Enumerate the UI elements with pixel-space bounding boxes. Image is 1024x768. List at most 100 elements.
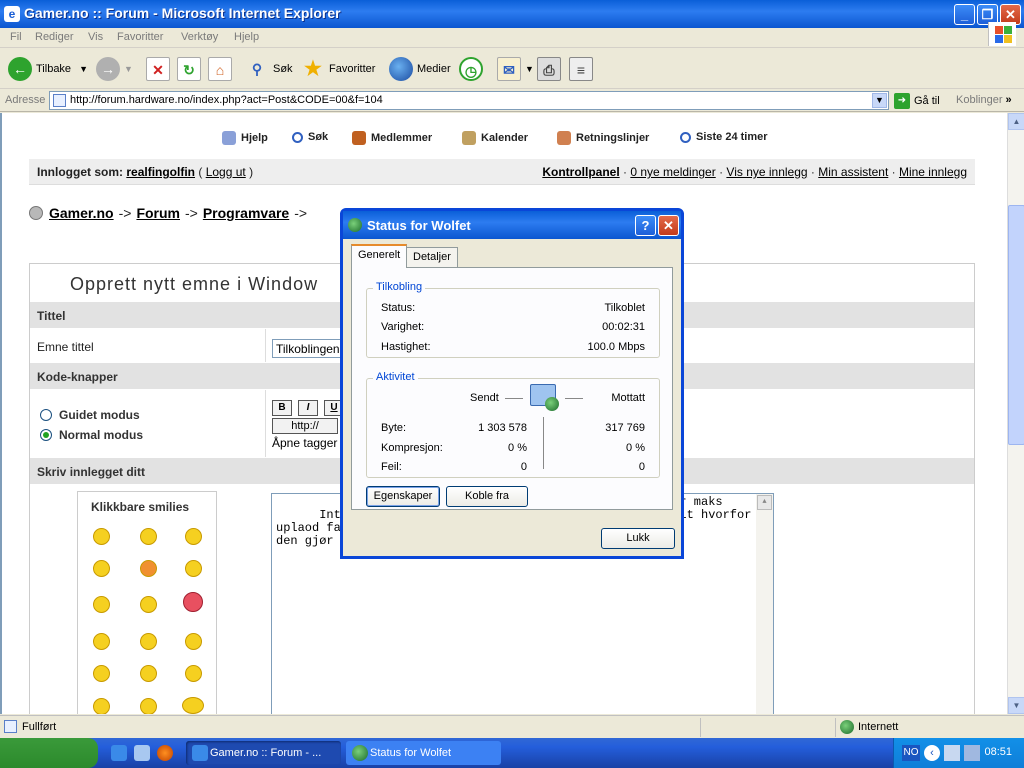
menu-favorites[interactable]: Favoritter — [117, 31, 163, 43]
edit-button[interactable]: ≡ — [569, 55, 597, 83]
logout-link[interactable]: Logg ut — [206, 165, 246, 179]
scroll-up-icon[interactable]: ▲ — [1008, 113, 1024, 130]
print-button[interactable]: ⎙ — [537, 55, 565, 83]
smiley-icon[interactable] — [140, 596, 157, 613]
smiley-icon[interactable] — [185, 560, 202, 577]
chevron-down-icon[interactable]: ▼ — [79, 64, 88, 74]
smiley-icon[interactable] — [93, 596, 110, 613]
help-icon — [222, 131, 236, 145]
smiley-icon[interactable] — [185, 665, 202, 682]
media-icon — [389, 57, 413, 81]
dialog-close-button[interactable]: ✕ — [658, 215, 679, 236]
smiley-icon[interactable] — [140, 698, 157, 714]
menu-tools[interactable]: Verktøy — [181, 31, 218, 43]
taskbar-ie-window[interactable]: Gamer.no :: Forum - ... — [186, 741, 341, 765]
breadcrumb-forum[interactable]: Forum — [136, 205, 180, 221]
back-button[interactable]: ← Tilbake ▼ — [8, 55, 88, 83]
forward-button[interactable]: → ▼ — [96, 55, 133, 83]
scroll-up-icon[interactable]: ▲ — [757, 495, 772, 510]
my-posts-link[interactable]: Mine innlegg — [899, 165, 967, 179]
network-tray-icon[interactable] — [944, 745, 960, 761]
smiley-icon[interactable] — [93, 698, 110, 714]
properties-button[interactable]: Egenskaper — [366, 486, 440, 507]
ie-quicklaunch-icon[interactable] — [111, 745, 127, 761]
dialog-title-bar[interactable]: Status for Wolfet ? ✕ — [343, 211, 681, 239]
minimize-button[interactable]: _ — [954, 4, 975, 25]
http-button[interactable]: http:// — [272, 418, 338, 434]
media-quicklaunch-icon[interactable] — [157, 745, 173, 761]
nav-help[interactable]: Hjelp — [222, 131, 268, 145]
radio-selected-icon — [40, 429, 52, 441]
menu-file[interactable]: Fil — [10, 31, 22, 43]
history-button[interactable]: ◷ — [459, 55, 487, 83]
menu-view[interactable]: Vis — [88, 31, 103, 43]
menu-edit[interactable]: Rediger — [35, 31, 74, 43]
smilies-panel: Klikkbare smilies — [77, 491, 217, 714]
window-title-bar[interactable]: e Gamer.no :: Forum - Microsoft Internet… — [0, 0, 1024, 28]
menu-help[interactable]: Hjelp — [234, 31, 259, 43]
scroll-down-icon[interactable]: ▼ — [1008, 697, 1024, 714]
search-button[interactable]: ⚲ Søk — [245, 55, 293, 83]
nav-search[interactable]: Søk — [292, 131, 328, 143]
chevron-left-icon[interactable]: ‹ — [924, 745, 940, 761]
smiley-icon[interactable] — [185, 633, 202, 650]
address-input[interactable]: http://forum.hardware.no/index.php?act=P… — [49, 91, 889, 110]
taskbar: Gamer.no :: Forum - ... Status for Wolfe… — [0, 738, 1024, 768]
control-panel-link[interactable]: Kontrollpanel — [542, 165, 619, 179]
smiley-icon[interactable] — [93, 560, 110, 577]
desktop-quicklaunch-icon[interactable] — [134, 745, 150, 761]
smiley-icon[interactable] — [93, 633, 110, 650]
menu-bar: Fil Rediger Vis Favoritter Verktøy Hjelp — [0, 28, 1024, 48]
smiley-icon[interactable] — [140, 665, 157, 682]
new-posts-link[interactable]: Vis nye innlegg — [726, 165, 807, 179]
nav-calendar[interactable]: Kalender — [462, 131, 528, 145]
thumbs-up-smiley-icon[interactable] — [182, 697, 204, 714]
smiley-icon[interactable] — [93, 528, 110, 545]
edit-icon: ≡ — [569, 57, 593, 81]
nav-members[interactable]: Medlemmer — [352, 131, 432, 145]
network-tray-icon[interactable] — [964, 745, 980, 761]
love-smiley-icon[interactable] — [183, 592, 203, 612]
refresh-button[interactable]: ↻ — [177, 55, 205, 83]
start-button[interactable] — [0, 738, 98, 768]
smiley-icon[interactable] — [140, 560, 157, 577]
stop-button[interactable]: ✕ — [146, 55, 174, 83]
breadcrumb-gamer[interactable]: Gamer.no — [49, 205, 114, 221]
smiley-icon[interactable] — [185, 528, 202, 545]
breadcrumb-software[interactable]: Programvare — [203, 205, 289, 221]
scroll-thumb[interactable] — [1008, 205, 1024, 445]
go-button[interactable]: ➜ Gå til — [894, 93, 940, 109]
smiley-icon[interactable] — [140, 633, 157, 650]
mail-button[interactable]: ✉ ▼ — [497, 55, 534, 83]
media-button[interactable]: Medier — [389, 55, 451, 83]
favorites-button[interactable]: ★ Favoritter — [301, 55, 375, 83]
radio-icon — [40, 409, 52, 421]
assistant-link[interactable]: Min assistent — [818, 165, 888, 179]
bold-button[interactable]: B — [272, 400, 292, 416]
page-scrollbar[interactable]: ▲ ▼ — [1007, 113, 1024, 714]
dialog-help-button[interactable]: ? — [635, 215, 656, 236]
go-arrow-icon: ➜ — [894, 93, 910, 109]
tab-details[interactable]: Detaljer — [406, 247, 458, 267]
links-button[interactable]: Koblinger » — [956, 94, 1012, 106]
smiley-icon[interactable] — [140, 528, 157, 545]
home-button[interactable]: ⌂ — [208, 55, 236, 83]
tab-general[interactable]: Generelt — [351, 244, 408, 268]
nav-rules[interactable]: Retningslinjer — [557, 131, 649, 145]
chevron-down-icon[interactable]: ▼ — [872, 93, 887, 108]
new-messages-link[interactable]: 0 nye meldinger — [630, 165, 715, 179]
normal-mode-radio[interactable]: Normal modus — [40, 428, 143, 442]
disconnect-button[interactable]: Koble fra — [446, 486, 528, 507]
username-link[interactable]: realfingolfin — [126, 165, 195, 179]
status-bar: Fullført Internett — [0, 715, 1024, 738]
nav-last-24h[interactable]: Siste 24 timer — [680, 131, 768, 143]
dialog-close-action-button[interactable]: Lukk — [601, 528, 675, 549]
address-bar: Adresse http://forum.hardware.no/index.p… — [0, 90, 1024, 112]
smiley-icon[interactable] — [93, 665, 110, 682]
italic-button[interactable]: I — [298, 400, 318, 416]
user-bar: Innlogget som: realfingolfin ( Logg ut )… — [29, 159, 975, 185]
textarea-scrollbar[interactable]: ▲ — [756, 494, 773, 714]
language-indicator[interactable]: NO — [902, 745, 920, 761]
guided-mode-radio[interactable]: Guidet modus — [40, 408, 140, 422]
taskbar-status-window[interactable]: Status for Wolfet — [346, 741, 501, 765]
